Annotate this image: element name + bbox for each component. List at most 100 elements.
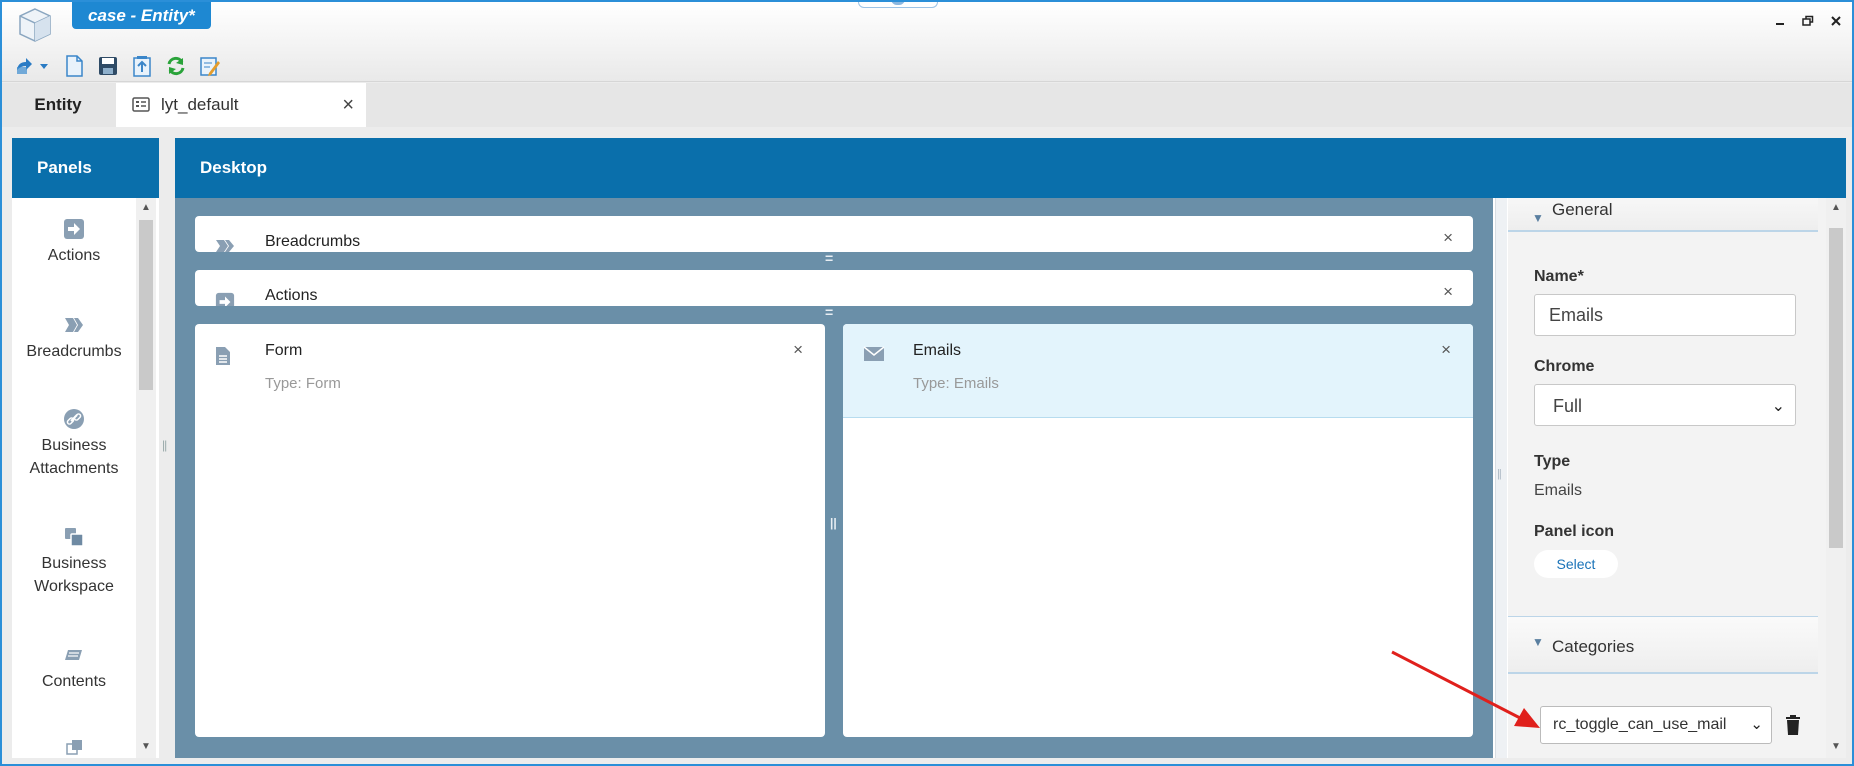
layout-canvas: Breadcrumbs × = Actions × = Form Type: F…	[175, 198, 1493, 758]
save-icon	[99, 57, 117, 75]
panel-item-business-workspace[interactable]: Business Workspace	[12, 526, 136, 598]
scroll-down-icon[interactable]: ▼	[1829, 740, 1843, 754]
title-bar: case - Entity*	[2, 2, 1852, 82]
actions-icon	[64, 219, 84, 239]
panel-item-business-attachments[interactable]: Business Attachments	[12, 408, 136, 480]
mail-icon	[863, 346, 885, 361]
pull-down-handle[interactable]	[858, 2, 938, 8]
link-icon	[64, 409, 84, 429]
panel-item-label: Actions	[47, 247, 101, 264]
panel-bar-breadcrumbs[interactable]: Breadcrumbs ×	[195, 216, 1473, 252]
layout-icon	[132, 97, 150, 112]
minimize-icon[interactable]	[1770, 12, 1790, 32]
scroll-up-icon[interactable]: ▲	[139, 201, 153, 215]
panel-card-type: Type: Emails	[913, 375, 999, 392]
cube-logo-icon	[19, 8, 51, 42]
panel-bar-label: Actions	[265, 287, 318, 304]
panels-header: Panels	[12, 138, 159, 198]
chrome-select[interactable]: Full ⌄	[1534, 384, 1796, 426]
refresh-button[interactable]	[164, 54, 188, 78]
panel-item-breadcrumbs[interactable]: Breadcrumbs	[12, 314, 136, 363]
panel-item-more[interactable]	[12, 738, 136, 758]
breadcrumbs-icon	[216, 240, 234, 252]
panel-card-title: Form	[265, 342, 303, 359]
remove-panel-icon[interactable]: ×	[1441, 340, 1451, 360]
panel-card-emails[interactable]: Emails Type: Emails ×	[843, 324, 1473, 737]
panel-item-actions[interactable]: Actions	[12, 218, 136, 267]
name-label: Name*	[1534, 268, 1584, 285]
new-document-button[interactable]	[62, 54, 86, 78]
tab-layout[interactable]: lyt_default ×	[116, 83, 366, 127]
chrome-selected-value: Full	[1553, 396, 1583, 416]
export-button[interactable]	[130, 54, 154, 78]
save-button[interactable]	[96, 54, 120, 78]
app-window: case - Entity* Entity lyt_default × Pane…	[0, 0, 1854, 766]
properties-scrollbar[interactable]: ▲ ▼	[1826, 198, 1846, 758]
partial-panel-icon	[66, 740, 82, 755]
panel-item-contents[interactable]: Contents	[12, 644, 136, 693]
row-divider-handle[interactable]: =	[825, 304, 833, 320]
panel-list: Actions Breadcrumbs Business Attachments…	[12, 198, 136, 758]
section-general-header[interactable]: ▼ General	[1508, 198, 1818, 232]
export-icon	[133, 56, 151, 77]
category-selected-value: rc_toggle_can_use_mail	[1553, 716, 1727, 733]
workspace-icon	[65, 528, 84, 547]
scroll-down-icon[interactable]: ▼	[139, 740, 153, 754]
collapse-triangle-icon: ▼	[1532, 635, 1544, 649]
panel-card-form[interactable]: Form Type: Form ×	[195, 324, 825, 737]
tab-layout-label: lyt_default	[161, 95, 239, 114]
type-label: Type	[1534, 453, 1571, 470]
chrome-label: Chrome	[1534, 358, 1595, 375]
properties-scroll-thumb[interactable]	[1829, 228, 1843, 548]
panel-card-type: Type: Form	[265, 375, 341, 392]
panel-item-label: Contents	[41, 673, 107, 690]
panels-scrollbar[interactable]: ▲ ▼	[136, 198, 156, 758]
scroll-up-icon[interactable]: ▲	[1829, 201, 1843, 215]
panel-item-label: Business Attachments	[29, 437, 119, 477]
section-categories-header[interactable]: ▼ Categories	[1508, 616, 1818, 674]
panel-item-label: Business Workspace	[34, 555, 114, 595]
refresh-icon	[167, 56, 185, 76]
tab-entity[interactable]: Entity	[2, 83, 114, 127]
collapse-triangle-icon: ▼	[1532, 211, 1544, 225]
panel-icon-label: Panel icon	[1534, 523, 1615, 540]
contents-icon	[65, 650, 82, 660]
type-value: Emails	[1534, 482, 1583, 499]
new-document-icon	[66, 55, 83, 77]
remove-panel-icon[interactable]: ×	[1443, 228, 1453, 248]
desktop-header: Desktop	[175, 138, 1846, 198]
name-input[interactable]: Emails	[1534, 294, 1796, 336]
chevron-down-icon: ⌄	[1750, 716, 1763, 733]
toolbar	[12, 54, 222, 78]
close-window-icon[interactable]	[1826, 12, 1846, 32]
section-categories-title: Categories	[1552, 637, 1635, 656]
restore-icon[interactable]	[1798, 12, 1818, 32]
select-icon-button[interactable]: Select	[1534, 550, 1618, 578]
category-select[interactable]: rc_toggle_can_use_mail ⌄	[1540, 706, 1772, 744]
edit-icon	[200, 57, 220, 76]
column-divider-handle[interactable]: ||	[830, 516, 837, 530]
right-splitter-handle[interactable]: ||	[1495, 198, 1507, 758]
panel-bar-actions[interactable]: Actions ×	[195, 270, 1473, 306]
section-general-title: General	[1552, 200, 1613, 219]
panels-sidebar: Panels Actions Breadcrumbs Business Atta…	[12, 138, 159, 758]
chevron-down-icon: ⌄	[1771, 398, 1785, 415]
remove-panel-icon[interactable]: ×	[1443, 282, 1453, 302]
share-icon	[17, 58, 48, 74]
panel-bar-label: Breadcrumbs	[265, 233, 361, 250]
form-icon	[216, 347, 230, 365]
share-dropdown-button[interactable]	[12, 54, 52, 78]
breadcrumbs-icon	[65, 318, 83, 332]
close-tab-icon[interactable]: ×	[342, 83, 354, 127]
edit-button[interactable]	[198, 54, 222, 78]
properties-panel: ▼ General Name* Emails Chrome Full ⌄ Typ…	[1508, 198, 1826, 758]
remove-panel-icon[interactable]: ×	[793, 340, 803, 360]
row-divider-handle[interactable]: =	[825, 250, 833, 266]
tab-strip: Entity lyt_default ×	[2, 83, 1852, 127]
desktop-area: Desktop Breadcrumbs × = Actions × = Form…	[175, 138, 1846, 758]
panels-scroll-thumb[interactable]	[139, 220, 153, 390]
left-splitter-handle[interactable]: ||	[162, 438, 167, 452]
window-title: case - Entity*	[72, 2, 211, 29]
panel-item-label: Breadcrumbs	[26, 343, 122, 360]
trash-icon[interactable]	[1784, 714, 1802, 736]
